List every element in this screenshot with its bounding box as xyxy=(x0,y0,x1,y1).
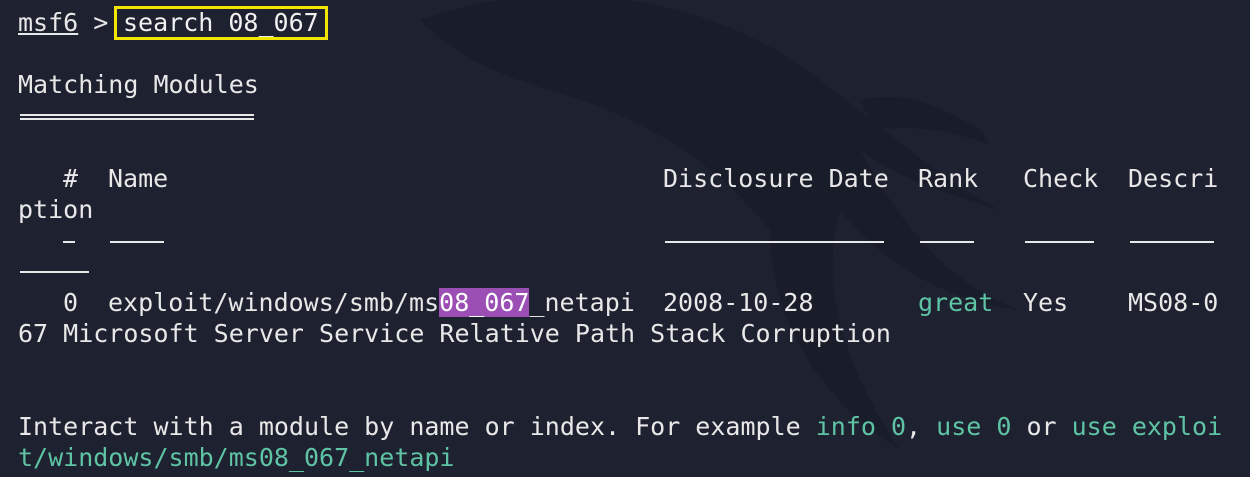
section-heading: Matching Modules xyxy=(18,70,259,99)
row-check: Yes xyxy=(1023,288,1069,317)
col-header-date: Disclosure Date xyxy=(663,164,889,193)
rule-description xyxy=(1130,241,1214,243)
col-header-description-wrap: ption xyxy=(18,195,94,224)
col-header-description: Descri xyxy=(1128,164,1219,193)
footer-cmd-info[interactable]: info 0 xyxy=(816,412,906,441)
command-text: search 08_067 xyxy=(123,8,319,37)
col-header-name: Name xyxy=(108,164,169,193)
footer-hint: Interact with a module by name or index.… xyxy=(18,412,1222,442)
row-disclosure-date: 2008-10-28 xyxy=(663,288,814,317)
row-description: MS08-0 xyxy=(1128,288,1219,317)
rule-index xyxy=(63,241,75,243)
terminal-window[interactable]: msf6 > search 08_067 Matching Modules # … xyxy=(0,0,1250,477)
module-name-prefix: exploit/windows/smb/ms xyxy=(108,288,440,317)
row-description-wrap: 67 Microsoft Server Service Relative Pat… xyxy=(18,319,891,348)
kali-dragon-icon xyxy=(420,0,1020,450)
footer-cmd-use-index[interactable]: use 0 xyxy=(936,412,1011,441)
footer-cmd-use-path[interactable]: use exploi xyxy=(1072,412,1223,441)
rule-description-wrap xyxy=(20,271,89,273)
footer-text: Interact with a module by name or index.… xyxy=(18,412,816,441)
footer-text-sep: , xyxy=(906,412,937,441)
row-module-name[interactable]: exploit/windows/smb/ms08_067_netapi xyxy=(108,288,635,318)
prompt-name: msf6 xyxy=(18,8,79,37)
module-name-suffix: _netapi xyxy=(529,288,635,317)
col-header-index: # xyxy=(63,164,79,193)
rule-date xyxy=(665,241,884,243)
heading-double-underline xyxy=(20,114,254,120)
col-header-check: Check xyxy=(1023,164,1099,193)
row-rank: great xyxy=(918,288,994,317)
rule-rank xyxy=(920,241,974,243)
prompt-separator: > xyxy=(93,8,109,37)
prompt-line: msf6 > xyxy=(18,8,108,38)
footer-text-or: or xyxy=(1011,412,1072,441)
rule-name xyxy=(110,241,164,243)
col-header-rank: Rank xyxy=(918,164,979,193)
command-highlight-box: search 08_067 xyxy=(114,6,328,40)
footer-cmd-use-path-wrap[interactable]: t/windows/smb/ms08_067_netapi xyxy=(18,443,455,473)
row-index: 0 xyxy=(63,288,79,317)
module-name-match-highlight: 08_067 xyxy=(439,288,530,317)
rule-check xyxy=(1025,241,1094,243)
